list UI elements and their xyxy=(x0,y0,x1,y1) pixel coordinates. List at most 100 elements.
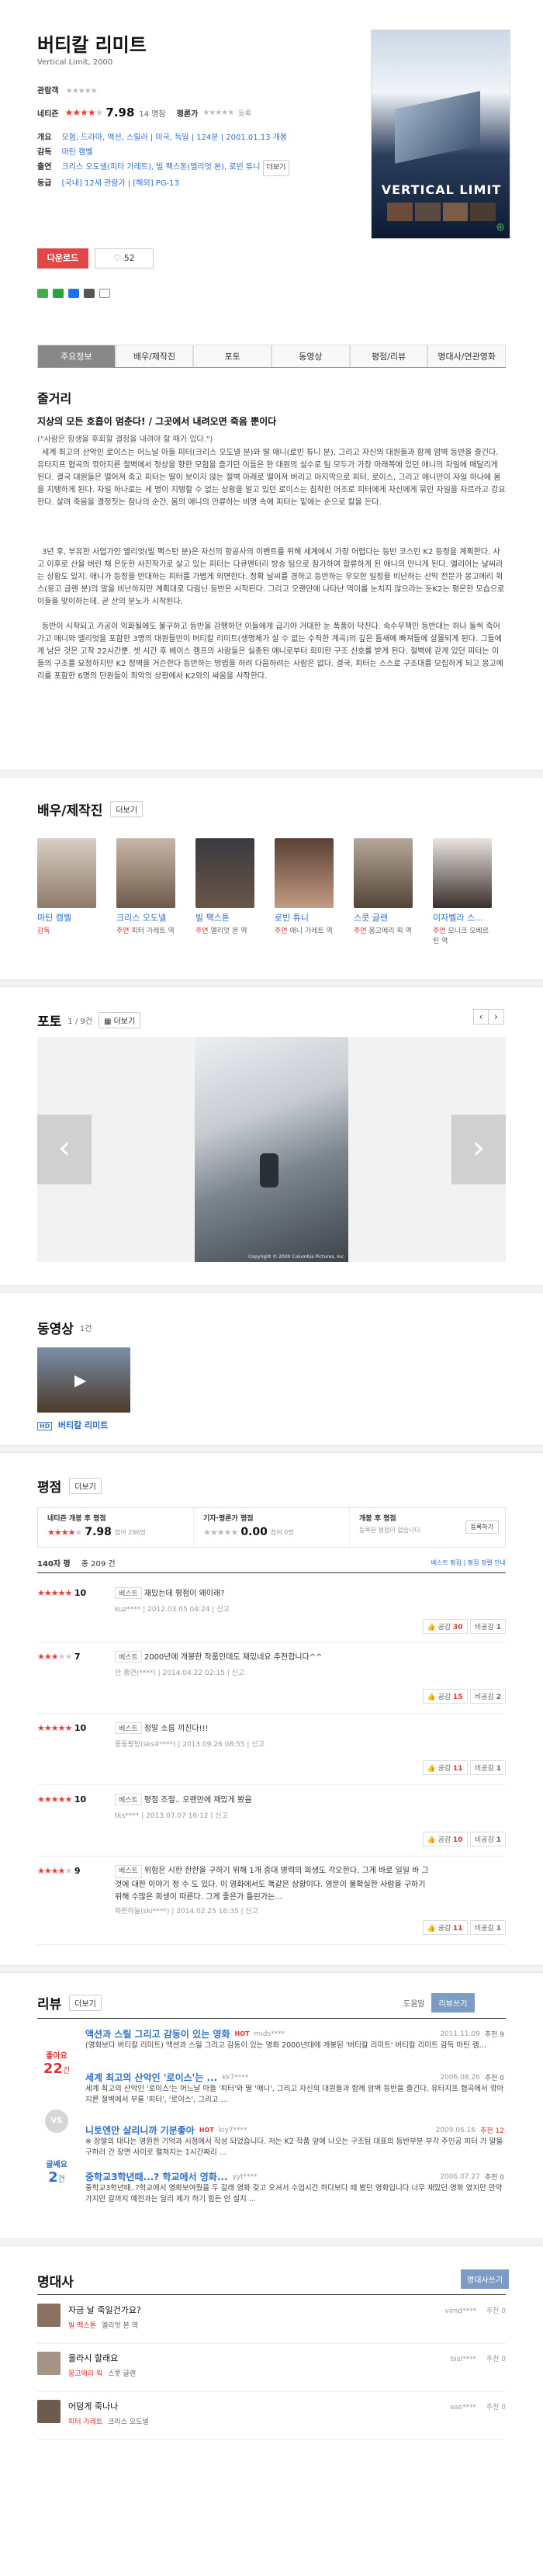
report-link[interactable]: 신고 xyxy=(216,1606,230,1614)
tab-quotes[interactable]: 명대사/연관영화 xyxy=(427,345,507,367)
rating-header: 평점 더보기 xyxy=(37,1476,102,1496)
zoom-icon[interactable]: ⊕ xyxy=(496,221,505,234)
share-band-icon[interactable] xyxy=(53,289,64,298)
synopsis-paragraph: 3년 후, 부유한 사업가인 엘리엇(빌 팩스턴 분)은 자신의 항공사의 이벤… xyxy=(37,548,505,606)
cast-card[interactable]: 마틴 캠벨 감독 xyxy=(37,838,96,935)
tab-cast[interactable]: 배우/제작진 xyxy=(115,345,194,367)
download-button[interactable]: 다운로드 xyxy=(37,248,88,269)
review-more-link[interactable]: 더보기 xyxy=(69,1995,102,2011)
sort-links[interactable]: 베스트 평점 | 평점 정렬 안내 xyxy=(431,1558,506,1567)
photo-more-button[interactable]: ▦ 더보기 xyxy=(98,1012,141,1028)
write-quote-button[interactable]: 명대사쓰기 xyxy=(461,2269,509,2289)
bad-label: 글쎄요 xyxy=(46,2161,67,2169)
like-button[interactable]: ♡ 52 xyxy=(95,248,154,269)
like-vote-button[interactable]: 👍 공감 30 xyxy=(422,1619,468,1634)
review-user[interactable]: 안 총연(****) xyxy=(115,1669,156,1677)
quote-credit: 빌 팩스톤 엘리엇 본 역 xyxy=(68,2320,141,2330)
mail-icon[interactable] xyxy=(37,289,48,298)
cast-card[interactable]: 빌 팩스톤 주연 엘리엇 본 역 xyxy=(195,838,254,935)
review-item-title[interactable]: 세계 최고의 산악인 '로이스'는 ... xyxy=(85,2071,217,2084)
video-label[interactable]: 버티칼 리미트 xyxy=(58,1420,109,1430)
review-item: ★★★★★ 9 베스트 위험은 시한 한한을 구하기 위해 1개 중대 병력의 희… xyxy=(37,1857,506,1945)
review-body: 베스트 평점 조절.. 오랜만에 재밌게 봤음 tks**** | 2013.07… xyxy=(115,1793,252,1820)
rating-more-link[interactable]: 더보기 xyxy=(69,1478,102,1494)
like-vote-button[interactable]: 👍 공감 11 xyxy=(422,1760,468,1775)
cast-photo xyxy=(275,838,334,908)
tab-rating[interactable]: 평점/리뷰 xyxy=(349,345,428,367)
movie-poster[interactable]: VERTICAL LIMIT ⊕ xyxy=(371,29,510,239)
dislike-vote-button[interactable]: 비공감 1 xyxy=(470,1832,506,1846)
info-row-cast: 출연 크리스 오도넬(피터 가레트), 빌 팩스톤(엘리엇 본), 로빈 튜니 … xyxy=(37,160,348,176)
review-item-title[interactable]: 액션과 스릴 그리고 감동이 있는 영화 xyxy=(85,2027,230,2040)
cast-card[interactable]: 로빈 튜니 주연 애니 가레트 역 xyxy=(275,838,334,935)
link-icon[interactable] xyxy=(99,289,110,298)
quote-likes[interactable]: 추천 0 xyxy=(486,2356,506,2363)
review-item-title[interactable]: 니토엔만 살리니까 기분좋아 xyxy=(85,2124,195,2137)
like-vote-button[interactable]: 👍 공감 11 xyxy=(422,1920,468,1935)
tab-video[interactable]: 동영상 xyxy=(272,345,350,367)
info-value[interactable]: 모험, 드라마, 액션, 스릴러 | 미국, 독일 | 124분 | 2001.… xyxy=(62,133,288,142)
quote-likes[interactable]: 추천 0 xyxy=(486,2307,506,2315)
review-list-item[interactable]: 니토엔만 살리니까 기분좋아 HOT kiy7**** 2009.06.16 추천 12… xyxy=(85,2124,504,2158)
info-value[interactable]: [국내] 12세 관람가 | [해외] PG-13 xyxy=(62,179,179,188)
cast-card[interactable]: 크리스 오도넬 주연 피터 가레트 역 xyxy=(116,838,175,935)
dislike-vote-button[interactable]: 비공감 1 xyxy=(470,1619,506,1634)
info-value[interactable]: 마틴 캠벨 xyxy=(62,148,93,157)
report-link[interactable]: 신고 xyxy=(215,1812,228,1820)
quote-actor[interactable]: 빌 팩스톤 xyxy=(68,2322,96,2330)
review-item-title[interactable]: 중학교3학년때...? 학교에서 영화... xyxy=(85,2170,228,2183)
photo-next-button[interactable]: › xyxy=(451,1115,506,1184)
box-score: 0.00 xyxy=(240,1526,268,1538)
review-user[interactable]: 몽둥팡탕(sks4****) xyxy=(115,1741,175,1749)
like-vote-button[interactable]: 👍 공감 10 xyxy=(422,1832,468,1846)
review-user[interactable]: 파란하늘(ski****) xyxy=(115,1908,170,1916)
register-rating-button[interactable]: 등록하기 xyxy=(465,1520,499,1534)
cast-card[interactable]: 스콧 글렌 주연 몽고메리 윅 역 xyxy=(354,838,413,935)
quote-actor[interactable]: 몽고메리 윅 xyxy=(68,2370,102,2378)
photo-prev-button[interactable]: ‹ xyxy=(37,1115,92,1184)
next-icon[interactable]: › xyxy=(489,1009,504,1025)
tab-photo[interactable]: 포토 xyxy=(193,345,272,367)
review-user[interactable]: tks**** xyxy=(115,1812,139,1820)
video-title: 동영상 xyxy=(37,1322,74,1337)
cast-card[interactable]: 이자벨라 스... 주연 모니크 오베르틴 역 xyxy=(433,838,492,945)
like-vote-button[interactable]: 👍 공감 15 xyxy=(422,1689,468,1704)
report-link[interactable]: 신고 xyxy=(245,1908,258,1916)
review-score: ★★★★★ 7 xyxy=(37,1652,80,1662)
tab-main-info[interactable]: 주요정보 xyxy=(37,345,116,367)
review-list-item[interactable]: 세계 최고의 산악인 '로이스'는 ... kk7**** 2006.08.26 추천… xyxy=(85,2071,504,2106)
photo-header: 포토 1 / 9건 ▦ 더보기 xyxy=(37,1011,141,1030)
box-label: 기자·평론가 평점 xyxy=(203,1515,254,1523)
rating-stars: ★★★★★ xyxy=(37,1588,72,1598)
good-unit: 건 xyxy=(62,2067,71,2075)
info-value[interactable]: 크리스 오도넬(피터 가레트), 빌 팩스톤(엘리엇 본), 로빈 튜니 xyxy=(62,163,261,172)
share-cafe-icon[interactable] xyxy=(84,289,95,298)
cast-name: 스콧 글렌 xyxy=(354,913,388,923)
section-divider xyxy=(0,1285,543,1293)
cast-more-link[interactable]: 더보기 xyxy=(110,801,144,817)
dislike-vote-button[interactable]: 비공감 1 xyxy=(470,1920,506,1935)
write-review-button[interactable]: 리뷰쓰기 xyxy=(431,1993,476,2013)
review-user[interactable]: kuz**** xyxy=(115,1606,140,1614)
still-photo[interactable]: Copyright © 2000 Columbia Pictures, Inc. xyxy=(195,1037,348,1262)
report-link[interactable]: 신고 xyxy=(251,1741,265,1749)
quote-likes[interactable]: 추천 0 xyxy=(486,2404,506,2411)
cast-more-button[interactable]: 더보기 xyxy=(262,160,290,176)
quote-user: eas**** xyxy=(450,2404,476,2411)
dislike-vote-button[interactable]: 비공감 1 xyxy=(470,1760,506,1775)
share-blog-icon[interactable] xyxy=(68,289,79,298)
report-link[interactable]: 신고 xyxy=(232,1669,245,1677)
prev-icon[interactable]: ‹ xyxy=(473,1009,489,1025)
review-author: kiy7**** xyxy=(218,2126,247,2134)
bad-count-row: 2건 xyxy=(37,2169,76,2186)
help-link[interactable]: 도움말 xyxy=(403,1997,425,2009)
dislike-vote-button[interactable]: 비공감 2 xyxy=(470,1689,506,1704)
quote-actor[interactable]: 피터 가레트 xyxy=(68,2418,102,2426)
video-thumbnail[interactable]: ▶ xyxy=(37,1347,130,1413)
cast-character: 피터 가레트 역 xyxy=(131,927,175,935)
bad-review-stat: 글쎄요 2건 xyxy=(37,2158,76,2186)
review-votes: 👍 공감 11 비공감 1 xyxy=(422,1920,506,1935)
review-list-item[interactable]: 중학교3학년때...? 학교에서 영화... yyt**** 2006.07.27 추… xyxy=(85,2170,504,2205)
vs-badge: VS xyxy=(45,2110,68,2133)
review-list-item[interactable]: 액션과 스릴 그리고 감동이 있는 영화 HOT mids**** 2011.11.0… xyxy=(85,2027,504,2062)
